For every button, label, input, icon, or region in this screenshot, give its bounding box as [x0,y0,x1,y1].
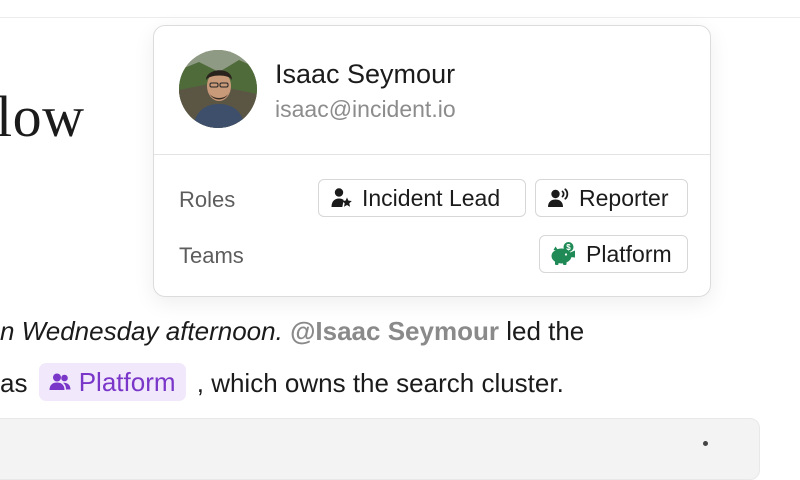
user-speaking-icon [548,188,569,207]
teams-label: Teams [179,243,244,268]
roles-label: Roles [179,187,236,212]
role-chip-reporter[interactable]: Reporter [535,179,688,217]
user-mention[interactable]: @Isaac Seymour [290,316,499,346]
code-block [0,418,760,480]
svg-text:$: $ [566,243,571,252]
team-chip-label: Platform [586,240,672,267]
user-star-icon [331,188,352,207]
paragraph-italic-text: n Wednesday afternoon. [0,316,283,346]
code-block-marker [703,441,708,446]
top-divider [0,17,800,18]
paragraph-text: as [0,367,28,398]
team-mention-chip[interactable]: Platform [38,363,186,401]
piggy-bank-icon: $ [549,240,577,268]
role-chip-label: Reporter [579,184,669,211]
user-profile-popover: Isaac Seymour isaac@incident.io Roles Te… [153,25,711,297]
team-chip-platform[interactable]: $ Platform [539,235,688,273]
users-icon [49,373,71,390]
paragraph-text: , which owns the search cluster. [196,367,564,398]
role-chip-incident-lead[interactable]: Incident Lead [318,179,526,217]
paragraph-line-2: as Platform , which owns the search clus… [0,363,564,404]
user-name: Isaac Seymour [275,59,456,89]
avatar [179,50,257,128]
paragraph-text: led the [506,316,585,346]
paragraph-line-1: n Wednesday afternoon. @Isaac Seymour le… [0,318,584,344]
role-chip-label: Incident Lead [362,184,501,211]
user-email[interactable]: isaac@incident.io [275,96,456,123]
team-chip-label: Platform [78,367,176,397]
popover-header: Isaac Seymour isaac@incident.io [154,26,710,155]
document-heading: low [0,84,85,149]
